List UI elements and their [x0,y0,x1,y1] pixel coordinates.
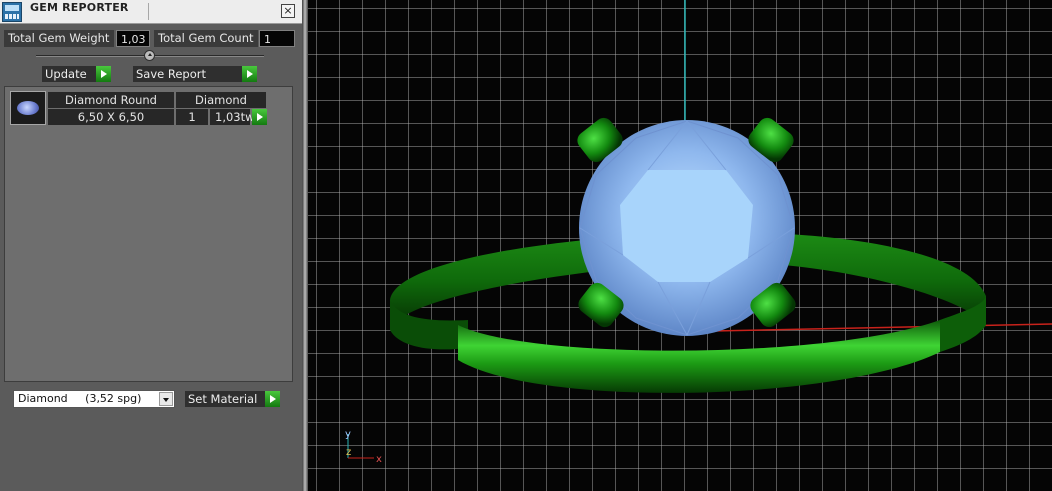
gem-reporter-app-icon [2,2,22,22]
gem-size-cell: 6,50 X 6,50 [48,109,174,125]
gem-thumbnail-icon[interactable] [10,91,46,125]
play-arrow-icon [96,66,111,82]
gem-list-item[interactable]: Diamond Round Diamond 6,50 X 6,50 1 1,03… [10,91,268,125]
window-title: GEM REPORTER [30,1,129,14]
viewport-scene: y z x [345,0,1052,465]
gem-list [4,86,293,382]
axis-z-label: z [346,447,351,458]
total-gem-count-value: 1 [259,30,295,47]
3d-viewport[interactable]: y z x [308,0,1052,491]
save-report-button-label: Save Report [136,67,207,81]
set-material-button-label: Set Material [188,392,258,406]
gem-count-cell: 1 [176,109,208,125]
axis-x-label: x [376,454,382,465]
play-arrow-icon [265,391,280,407]
panel-collapse-handle[interactable] [144,50,155,61]
axis-y-label: y [345,429,351,440]
close-button[interactable]: × [281,4,295,18]
update-button-label: Update [45,67,87,81]
gem-reporter-panel: GEM REPORTER × Total Gem Weight 1,03 Tot… [0,0,302,491]
total-gem-weight-value: 1,03 [116,30,150,47]
gem-table-facet [620,170,753,282]
axis-gizmo: y z x [345,429,382,465]
gem-weight-cell: 1,03tw [210,109,255,125]
chevron-down-icon [159,392,173,406]
save-report-button[interactable]: Save Report [133,66,257,82]
title-divider [148,3,149,20]
gem-shape-cell: Diamond Round [48,92,174,108]
play-arrow-icon [242,66,257,82]
gem-material-cell: Diamond [176,92,266,108]
total-gem-weight-label: Total Gem Weight [4,30,114,47]
material-select[interactable]: Diamond (3,52 spg) [13,390,175,408]
gem-detail-button[interactable] [251,109,267,125]
update-button[interactable]: Update [42,66,111,82]
title-bar: GEM REPORTER × [0,0,302,24]
play-arrow-icon [252,109,267,125]
material-select-value: Diamond (3,52 spg) [18,392,142,405]
total-gem-count-label: Total Gem Count [154,30,258,47]
set-material-button[interactable]: Set Material [185,391,280,407]
